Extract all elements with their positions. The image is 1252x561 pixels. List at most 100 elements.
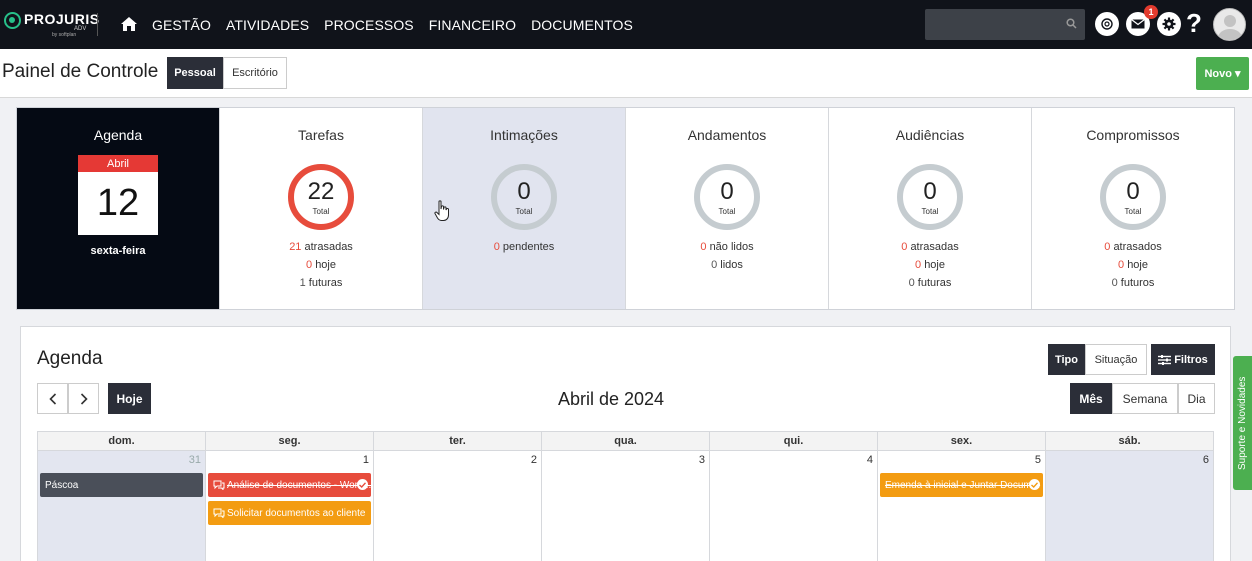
stat-hoje[interactable]: 0 hoje: [829, 259, 1031, 271]
event-label: Solicitar documentos ao cliente: [227, 507, 366, 519]
total-value: 0: [923, 178, 937, 205]
day-cell[interactable]: 1 Análise de documentos - Work... Solici…: [206, 451, 374, 561]
suporte-novidades-tab[interactable]: Suporte e Novidades: [1233, 356, 1252, 490]
stat-atrasadas[interactable]: 0 atrasadas: [829, 241, 1031, 253]
day-number: 4: [866, 454, 873, 466]
stat-hoje[interactable]: 0 hoje: [220, 259, 422, 271]
home-icon[interactable]: [120, 15, 138, 33]
nav-financeiro[interactable]: FINANCEIRO: [429, 17, 516, 33]
day-cell[interactable]: 3: [542, 451, 710, 561]
agenda-title: Agenda: [37, 348, 103, 369]
tab-pessoal[interactable]: Pessoal: [167, 57, 223, 89]
total-label: Total: [312, 207, 330, 216]
view-dia-button[interactable]: Dia: [1178, 383, 1215, 414]
logo-by: by softplan: [52, 32, 77, 38]
nav-documentos[interactable]: DOCUMENTOS: [531, 17, 633, 33]
main-nav: GESTÃO ATIVIDADES PROCESSOS FINANCEIRO D…: [152, 0, 648, 49]
stat-atrasadas[interactable]: 21 atrasadas: [220, 241, 422, 253]
stat-pendentes[interactable]: 0 pendentes: [423, 241, 625, 253]
total-value: 22: [307, 178, 335, 205]
event-pascoa[interactable]: Páscoa: [40, 473, 203, 497]
card-tarefas[interactable]: Tarefas 22 Total 21 atrasadas 0 hoje 1 f…: [220, 108, 423, 309]
day-number: 2: [530, 454, 537, 466]
card-title: Intimações: [490, 127, 558, 143]
search-input[interactable]: [925, 9, 1085, 40]
card-compromissos[interactable]: Compromissos 0 Total 0 atrasados 0 hoje …: [1032, 108, 1234, 309]
logo-mark-icon: [4, 12, 21, 29]
card-title: Compromissos: [1086, 127, 1180, 143]
weekday-header: qui.: [710, 432, 878, 450]
day-cell[interactable]: 4: [710, 451, 878, 561]
event-label: Páscoa: [45, 479, 79, 491]
total-label: Total: [515, 207, 533, 216]
calendar-weekday: sexta-feira: [90, 245, 146, 257]
nav-gestao[interactable]: GESTÃO: [152, 17, 211, 33]
gear-icon[interactable]: [1157, 12, 1181, 36]
filtros-button[interactable]: Filtros: [1151, 344, 1215, 375]
day-number: 6: [1202, 454, 1209, 466]
calendar-grid: dom. seg. ter. qua. qui. sex. sáb. 31 Pá…: [37, 431, 1214, 561]
day-number: 5: [1034, 454, 1041, 466]
total-ring: 0 Total: [1100, 164, 1166, 230]
nav-atividades[interactable]: ATIVIDADES: [226, 17, 309, 33]
sliders-icon: [1158, 354, 1172, 365]
stat-futuras[interactable]: 1 futuras: [220, 277, 422, 289]
check-circle-icon: [357, 479, 368, 490]
total-value: 0: [1126, 178, 1140, 205]
calendar-week-row: 31 Páscoa 1 Análise de documentos - Work…: [38, 451, 1213, 561]
weekday-header: qua.: [542, 432, 710, 450]
agenda-panel: Agenda Tipo Situação Filtros Hoje Abril …: [20, 326, 1231, 561]
total-ring: 22 Total: [288, 164, 354, 230]
card-intimacoes[interactable]: Intimações 0 Total 0 pendentes: [423, 108, 626, 309]
weekday-header: dom.: [38, 432, 206, 450]
total-ring: 0 Total: [491, 164, 557, 230]
stat-nao-lidos[interactable]: 0 não lidos: [626, 241, 828, 253]
tab-escritorio[interactable]: Escritório: [223, 57, 287, 89]
day-number: 31: [188, 454, 201, 466]
total-ring: 0 Total: [897, 164, 963, 230]
day-cell[interactable]: 31 Páscoa: [38, 451, 206, 561]
weekday-header: sáb.: [1118, 435, 1141, 447]
day-cell[interactable]: 6: [1046, 451, 1213, 561]
logo-name: PROJURIS: [24, 11, 100, 27]
stat-futuros[interactable]: 0 futuros: [1032, 277, 1234, 289]
check-circle-icon: [1029, 479, 1040, 490]
total-label: Total: [1124, 207, 1142, 216]
calendar-header: dom. seg. ter. qua. qui. sex. sáb.: [38, 432, 1213, 451]
avatar[interactable]: [1213, 8, 1246, 41]
ai-assistant-icon[interactable]: [1095, 12, 1119, 36]
total-value: 0: [517, 178, 531, 205]
view-mes-button[interactable]: Mês: [1070, 383, 1112, 414]
help-icon[interactable]: ?: [1186, 8, 1202, 39]
total-label: Total: [718, 207, 736, 216]
event-analise-documentos[interactable]: Análise de documentos - Work...: [208, 473, 371, 497]
day-cell[interactable]: 5 Emenda à inicial e Juntar Docum...: [878, 451, 1046, 561]
summary-cards: Agenda Abril 12 sexta-feira Tarefas 22 T…: [16, 107, 1235, 310]
calendar-month: Abril: [78, 155, 158, 172]
stat-atrasados[interactable]: 0 atrasados: [1032, 241, 1234, 253]
card-title: Tarefas: [298, 127, 344, 143]
nav-processos[interactable]: PROCESSOS: [324, 17, 414, 33]
novo-button[interactable]: Novo ▾: [1196, 57, 1249, 90]
calendar-icon: Abril 12: [78, 155, 158, 235]
stat-lidos[interactable]: 0 lidos: [626, 259, 828, 271]
stat-hoje[interactable]: 0 hoje: [1032, 259, 1234, 271]
day-cell[interactable]: 2: [374, 451, 542, 561]
view-semana-button[interactable]: Semana: [1112, 383, 1178, 414]
event-solicitar-documentos[interactable]: Solicitar documentos ao cliente: [208, 501, 371, 525]
calendar-day: 12: [96, 182, 140, 224]
filter-situacao-button[interactable]: Situação: [1085, 344, 1147, 375]
title-bar: Painel de Controle Pessoal Escritório No…: [0, 49, 1252, 98]
filtros-label: Filtros: [1174, 353, 1208, 366]
projuris-logo[interactable]: PROJURIS ADV by softplan: [4, 9, 99, 39]
weekday-header: sex.: [878, 432, 1046, 450]
card-agenda[interactable]: Agenda Abril 12 sexta-feira: [17, 108, 220, 309]
stat-futuras[interactable]: 0 futuras: [829, 277, 1031, 289]
card-title: Audiências: [895, 127, 965, 143]
filter-tipo-button[interactable]: Tipo: [1048, 344, 1085, 375]
nav-divider: [97, 13, 98, 36]
event-emenda-inicial[interactable]: Emenda à inicial e Juntar Docum...: [880, 473, 1043, 497]
weekday-header: ter.: [374, 432, 542, 450]
card-andamentos[interactable]: Andamentos 0 Total 0 não lidos 0 lidos: [626, 108, 829, 309]
card-audiencias[interactable]: Audiências 0 Total 0 atrasadas 0 hoje 0 …: [829, 108, 1032, 309]
